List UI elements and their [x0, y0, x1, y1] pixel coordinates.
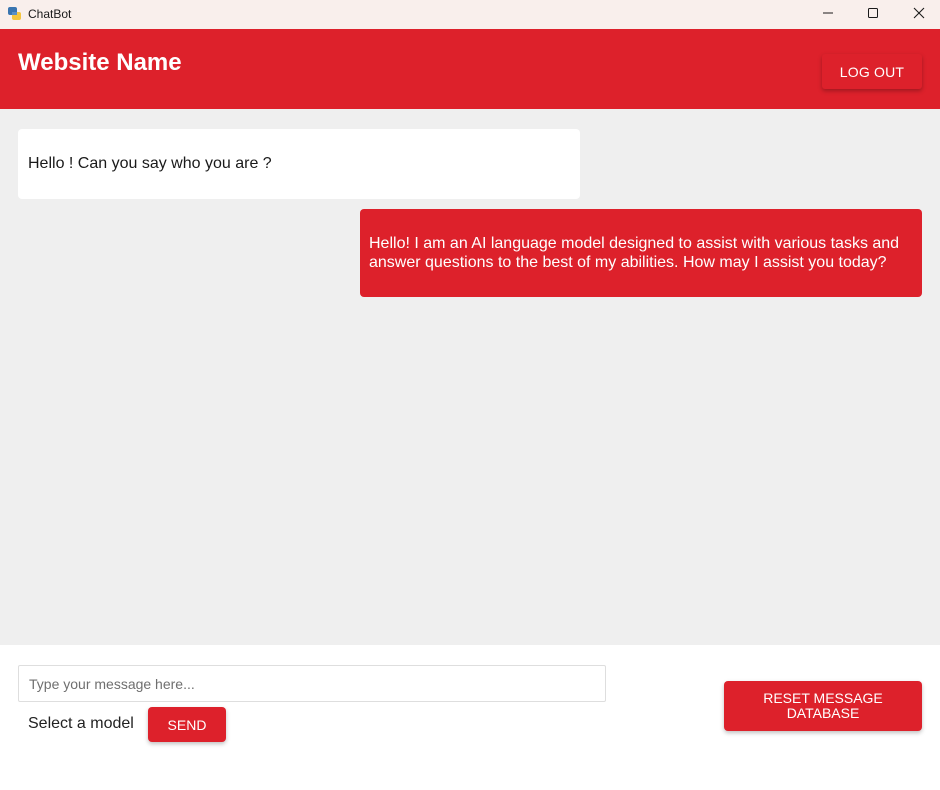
close-button[interactable] [896, 0, 940, 29]
user-message: Hello ! Can you say who you are ? [18, 129, 580, 199]
maximize-icon [867, 6, 879, 24]
bot-message: Hello! I am an AI language model designe… [360, 209, 922, 297]
app-header: Website Name LOG OUT [0, 29, 940, 109]
model-select-label[interactable]: Select a model [28, 715, 134, 733]
minimize-button[interactable] [805, 0, 851, 29]
message-input[interactable] [18, 665, 606, 702]
window-titlebar: ChatBot [0, 0, 940, 29]
window-title: ChatBot [28, 7, 72, 21]
reset-database-button[interactable]: RESET MESSAGE DATABASE [724, 681, 922, 731]
minimize-icon [822, 6, 834, 24]
send-button[interactable]: SEND [148, 707, 226, 742]
logout-button[interactable]: LOG OUT [822, 54, 922, 89]
composer-panel: Select a model SEND RESET MESSAGE DATABA… [0, 645, 940, 790]
python-icon [7, 6, 22, 21]
maximize-button[interactable] [850, 0, 896, 29]
chat-area[interactable]: Hello ! Can you say who you are ? Hello!… [0, 109, 940, 645]
site-name: Website Name [18, 49, 182, 76]
close-icon [913, 6, 925, 24]
